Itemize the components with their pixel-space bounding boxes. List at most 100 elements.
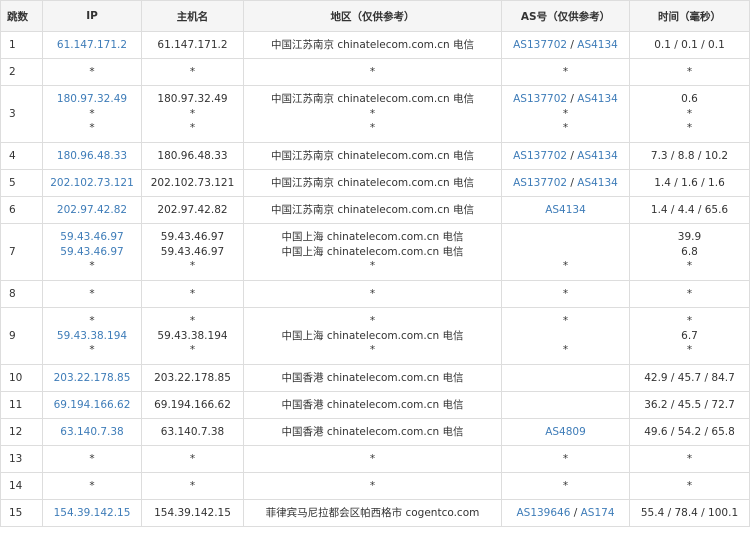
ip-address-cell: * <box>42 472 142 500</box>
hostname-text: 59.43.46.97 <box>160 245 225 258</box>
as-link[interactable]: AS4134 <box>577 150 618 162</box>
ip-link[interactable]: 180.96.48.33 <box>44 149 141 164</box>
column-header-region: 地区（仅供参考） <box>243 0 502 32</box>
as-cell: * * <box>501 307 630 365</box>
as-line <box>503 230 629 245</box>
region-cell: * 中国上海 chinatelecom.com.cn 电信 * <box>243 307 502 365</box>
hostname-text: 63.140.7.38 <box>160 425 225 438</box>
hostname-cell: * <box>141 445 244 473</box>
ip-address-text: * <box>89 107 95 120</box>
column-header-hostname: 主机名 <box>141 0 244 32</box>
ip-address-text: * <box>89 287 95 300</box>
region-text: * <box>369 122 376 135</box>
region-text: * <box>369 287 376 300</box>
ip-address-cell: * <box>42 58 142 86</box>
as-link[interactable]: AS4134 <box>577 93 618 105</box>
time-cell: 0.1 / 0.1 / 0.1 <box>629 31 750 59</box>
ip-link[interactable]: 69.194.166.62 <box>44 398 141 413</box>
ip-link[interactable]: 61.147.171.2 <box>44 38 141 53</box>
region-text: 中国上海 chinatelecom.com.cn 电信 <box>281 245 464 258</box>
hop-number: 5 <box>0 169 43 197</box>
hostname-text: 202.102.73.121 <box>150 176 235 189</box>
ip-link[interactable]: 203.22.178.85 <box>44 371 141 386</box>
time-cell: * <box>629 445 750 473</box>
as-text: * <box>562 344 569 357</box>
as-line: * <box>503 314 629 329</box>
as-cell: AS139646 / AS174 <box>501 499 630 527</box>
hop-number: 7 <box>0 223 43 281</box>
hostname-text: * <box>189 315 196 328</box>
region-text: 中国江苏南京 chinatelecom.com.cn 电信 <box>270 93 475 106</box>
ip-link[interactable]: 180.97.32.49 <box>44 92 141 107</box>
as-line <box>503 398 629 413</box>
ip-link[interactable]: 154.39.142.15 <box>44 506 141 521</box>
region-cell: 菲律宾马尼拉都会区帕西格市 cogentco.com <box>243 499 502 527</box>
time-cell: 0.6 * * <box>629 85 750 143</box>
hostname-text: 59.43.46.97 <box>160 231 225 244</box>
ip-address-cell: 180.96.48.33 <box>42 142 142 170</box>
as-link[interactable]: AS174 <box>581 507 615 519</box>
hostname-cell: * <box>141 472 244 500</box>
hostname-text: 59.43.38.194 <box>157 329 228 342</box>
as-cell: * <box>501 58 630 86</box>
hostname-cell: 154.39.142.15 <box>141 499 244 527</box>
ip-address-cell: 202.102.73.121 <box>42 169 142 197</box>
ip-address-cell: 154.39.142.15 <box>42 499 142 527</box>
ip-address-text: * <box>89 452 95 465</box>
region-text: 菲律宾马尼拉都会区帕西格市 cogentco.com <box>265 506 480 519</box>
ip-address-cell: 63.140.7.38 <box>42 418 142 446</box>
as-cell: * <box>501 472 630 500</box>
table-row: 5 202.102.73.121 202.102.73.121 中国江苏南京 chin… <box>0 169 750 197</box>
as-link[interactable]: AS137702 <box>513 150 567 162</box>
ip-link[interactable]: 202.97.42.82 <box>44 203 141 218</box>
table-row: 15 154.39.142.15 154.39.142.15 菲律宾马尼拉都会区帕西格… <box>0 499 750 527</box>
region-text: * <box>369 107 376 120</box>
region-text: 中国江苏南京 chinatelecom.com.cn 电信 <box>270 203 475 216</box>
hostname-cell: 180.97.32.49 * * <box>141 85 244 143</box>
ip-address-cell: * <box>42 445 142 473</box>
region-text: * <box>369 452 376 465</box>
hostname-cell: 59.43.46.97 59.43.46.97 * <box>141 223 244 281</box>
time-cell: * <box>629 280 750 308</box>
time-cell: 55.4 / 78.4 / 100.1 <box>629 499 750 527</box>
hostname-text: * <box>189 452 196 465</box>
time-text: 39.9 <box>677 231 702 244</box>
as-line: AS137702 / AS4134 <box>503 38 629 53</box>
hop-number: 15 <box>0 499 43 527</box>
hostname-text: * <box>189 65 196 78</box>
ip-link[interactable]: 63.140.7.38 <box>44 425 141 440</box>
as-link[interactable]: AS4134 <box>577 177 618 189</box>
as-link[interactable]: AS137702 <box>513 93 567 105</box>
as-separator: / <box>570 506 581 519</box>
region-cell: * <box>243 58 502 86</box>
as-separator: / <box>567 149 578 162</box>
hop-number: 4 <box>0 142 43 170</box>
as-link[interactable]: AS4134 <box>577 39 618 51</box>
as-link[interactable]: AS4134 <box>545 204 586 216</box>
hostname-cell: 203.22.178.85 <box>141 364 244 392</box>
as-link[interactable]: AS4809 <box>545 426 586 438</box>
as-cell: * <box>501 445 630 473</box>
as-text: * <box>562 65 569 78</box>
region-text: 中国江苏南京 chinatelecom.com.cn 电信 <box>270 176 475 189</box>
hostname-cell: 61.147.171.2 <box>141 31 244 59</box>
hostname-text: 202.97.42.82 <box>157 203 228 216</box>
ip-link[interactable]: 202.102.73.121 <box>44 176 141 191</box>
as-cell: * <box>501 223 630 281</box>
hop-number: 1 <box>0 31 43 59</box>
hostname-text: 180.96.48.33 <box>157 149 228 162</box>
as-line: AS4134 <box>503 203 629 218</box>
ip-link[interactable]: 59.43.38.194 <box>44 329 141 344</box>
table-row: 8 * * * * * <box>0 280 750 308</box>
ip-link[interactable]: 59.43.46.97 <box>44 245 141 260</box>
as-link[interactable]: AS139646 <box>516 507 570 519</box>
hostname-text: 180.97.32.49 <box>157 93 228 106</box>
ip-link[interactable]: 59.43.46.97 <box>44 230 141 245</box>
region-cell: 中国上海 chinatelecom.com.cn 电信 中国上海 chinatel… <box>243 223 502 281</box>
as-link[interactable]: AS137702 <box>513 39 567 51</box>
as-cell: * <box>501 280 630 308</box>
hop-number: 12 <box>0 418 43 446</box>
as-link[interactable]: AS137702 <box>513 177 567 189</box>
column-header-ip: IP <box>42 0 142 32</box>
table-row: 1 61.147.171.2 61.147.171.2 中国江苏南京 chinatel… <box>0 31 750 59</box>
